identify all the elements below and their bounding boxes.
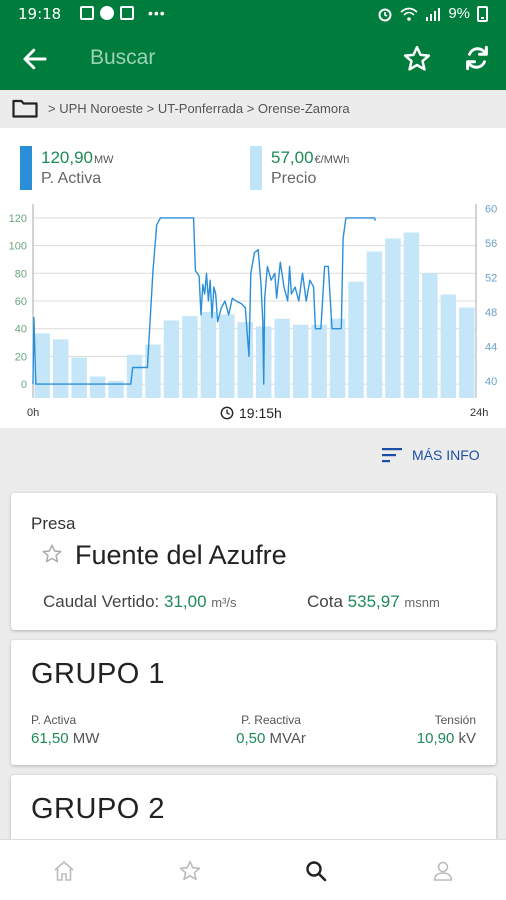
price-bar (385, 238, 401, 398)
price-bar (89, 376, 106, 398)
price-bar (422, 272, 438, 398)
group-voltage: Tensión 10,90 kV (416, 713, 476, 747)
group-active-power: P. Activa 61,50 MW (31, 713, 100, 747)
price-legend-swatch (250, 146, 262, 190)
price-bar (274, 318, 290, 398)
price-bar (163, 320, 180, 398)
dam-kind: Presa (31, 514, 76, 533)
search-icon[interactable] (304, 859, 328, 883)
price-bar (71, 357, 87, 398)
group-name: GRUPO 1 (31, 658, 166, 690)
breadcrumb-path[interactable]: > UPH Noroeste > UT-Ponferrada > Orense-… (48, 101, 350, 116)
group-card[interactable]: GRUPO 1 P. Activa 61,50 MW P. Reactiva 0… (11, 640, 496, 765)
search-title[interactable]: Buscar (90, 46, 155, 70)
active-power-label: P. Activa (41, 170, 102, 187)
left-tick-label: 100 (9, 241, 27, 253)
price-bar (126, 354, 143, 398)
battery-icon (477, 5, 488, 22)
price-bar (52, 339, 69, 398)
group-name: GRUPO 2 (31, 793, 166, 825)
x-start-label: 0h (27, 407, 39, 419)
price-bar (366, 251, 383, 398)
price-value: 57,00€/MWh (271, 148, 350, 167)
price-bar (34, 333, 50, 398)
image-icon (80, 6, 94, 20)
price-bar (237, 322, 253, 398)
right-tick-label: 40 (485, 376, 497, 388)
right-tick-label: 48 (485, 307, 497, 319)
system-icons: 9% (377, 5, 488, 22)
profile-icon[interactable] (431, 859, 455, 883)
price-bar (182, 316, 198, 398)
home-icon[interactable] (52, 859, 76, 883)
bottom-navigation (0, 839, 506, 900)
folder-icon[interactable] (12, 99, 38, 118)
app-bar: Buscar (0, 28, 506, 90)
left-tick-label: 80 (15, 268, 27, 280)
price-label: Precio (271, 170, 317, 187)
price-bar (459, 307, 475, 398)
price-bar (311, 324, 327, 398)
active-power-value: 120,90MW (41, 148, 114, 167)
star-outline-icon[interactable] (402, 44, 432, 74)
left-tick-label: 40 (15, 324, 27, 336)
price-bar (200, 311, 217, 398)
dam-name: Fuente del Azufre (75, 540, 287, 570)
left-tick-label: 60 (15, 296, 27, 308)
status-bar: 19:18 ••• 9% (0, 0, 506, 28)
refresh-icon[interactable] (462, 43, 492, 73)
dam-card[interactable]: Presa Fuente del Azufre Caudal Vertido: … (11, 493, 496, 630)
cota: Cota 535,97 msnm (307, 592, 440, 611)
clock-icon (220, 406, 234, 420)
back-arrow-icon[interactable] (20, 44, 50, 74)
price-bar (440, 294, 457, 398)
active-power-legend-swatch (20, 146, 32, 190)
right-tick-label: 52 (485, 272, 497, 284)
signal-icon (426, 7, 441, 21)
sort-lines-icon (382, 448, 402, 463)
price-bar (108, 380, 124, 398)
facebook-icon (100, 6, 114, 20)
price-bar (403, 232, 420, 398)
power-price-chart[interactable]: 0 20 40 60 80 100 120 40 44 48 52 56 60 0h 24h (0, 200, 506, 422)
breadcrumb: > UPH Noroeste > UT-Ponferrada > Orense-… (0, 90, 506, 128)
right-tick-label: 56 (485, 238, 497, 250)
caudal-vertido: Caudal Vertido: 31,00 m³/s (43, 592, 237, 611)
price-bar (292, 324, 309, 398)
left-tick-label: 0 (21, 379, 27, 391)
favorite-star-icon[interactable] (41, 543, 63, 565)
current-time: 19:15h (220, 405, 282, 421)
more-dots-icon: ••• (148, 5, 166, 21)
more-info-button[interactable]: MÁS INFO (382, 446, 480, 464)
wifi-icon (400, 7, 418, 21)
photo-edit-icon (120, 6, 134, 20)
price-bar (348, 281, 364, 398)
left-tick-label: 120 (9, 213, 27, 225)
price-bar (219, 314, 235, 398)
right-tick-label: 44 (485, 341, 497, 353)
more-info-label: MÁS INFO (412, 447, 480, 463)
status-time: 19:18 (18, 5, 62, 23)
alarm-icon (378, 8, 392, 21)
left-tick-label: 20 (15, 351, 27, 363)
right-tick-label: 60 (485, 203, 497, 215)
x-end-label: 24h (470, 407, 488, 419)
battery-percent: 9% (448, 5, 470, 22)
chart-panel: 120,90MW P. Activa 57,00€/MWh Precio 0 20… (0, 128, 506, 428)
group-reactive-power: P. Reactiva 0,50 MVAr (236, 713, 306, 747)
price-bar (329, 318, 346, 398)
favorites-icon[interactable] (178, 859, 202, 883)
notification-icons: ••• (80, 5, 166, 21)
current-time-label: 19:15h (239, 405, 282, 421)
